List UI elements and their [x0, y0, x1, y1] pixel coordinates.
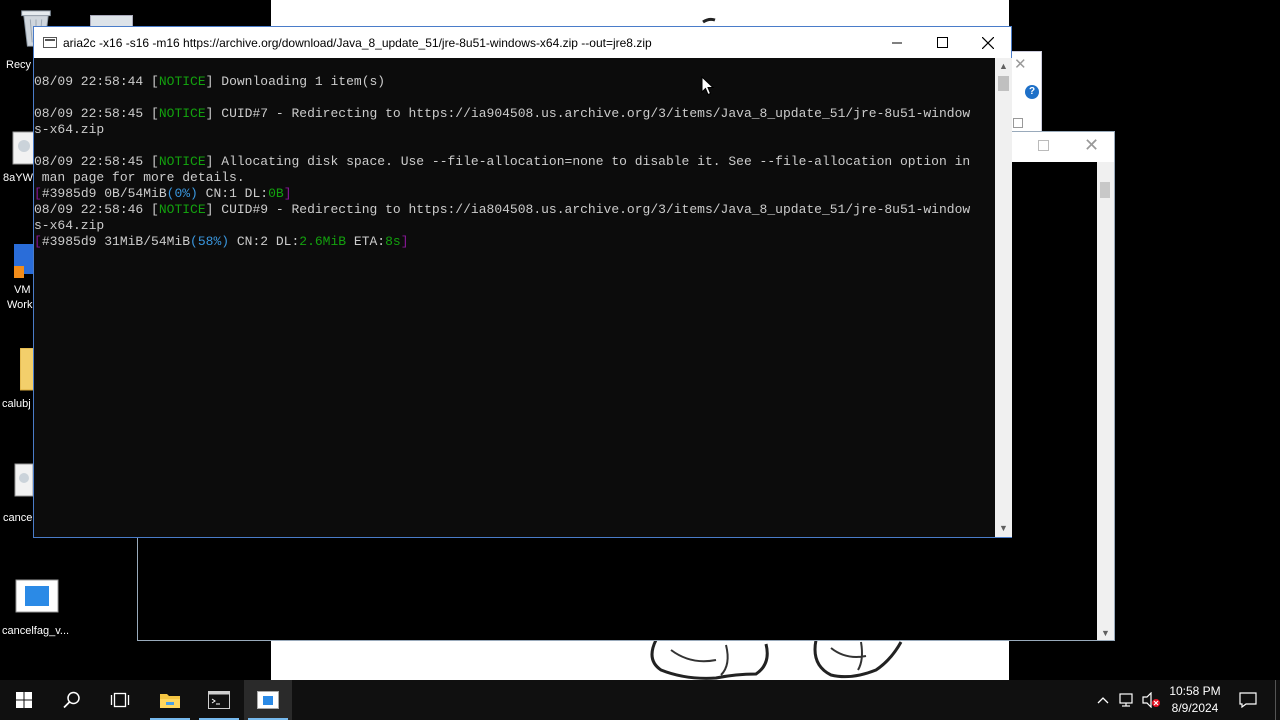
- minimize-button[interactable]: [874, 27, 920, 58]
- action-center-button[interactable]: [1234, 680, 1262, 720]
- box-icon: [1013, 118, 1023, 128]
- desktop-icon-label: Work: [7, 299, 33, 311]
- document-icon: [14, 463, 34, 497]
- desktop-icon-label: Recy: [6, 59, 32, 71]
- command-prompt-icon: [208, 691, 230, 709]
- show-hidden-icons-button[interactable]: [1094, 680, 1112, 720]
- file-explorer-icon: [160, 694, 180, 708]
- maximize-icon[interactable]: [1038, 140, 1049, 151]
- console-line: 08/09 22:58:46 [NOTICE] CUID#9 - Redirec…: [34, 202, 971, 217]
- close-button[interactable]: [965, 27, 1011, 58]
- notification-icon: [1239, 692, 1257, 708]
- maximize-icon: [936, 37, 948, 48]
- scroll-down-icon[interactable]: ▼: [995, 520, 1012, 537]
- search-icon: [63, 691, 80, 709]
- console-line: man page for more details.: [34, 170, 245, 185]
- scroll-thumb[interactable]: [1100, 182, 1110, 198]
- network-tray-button[interactable]: [1116, 680, 1138, 720]
- close-icon[interactable]: ✕: [1084, 135, 1099, 156]
- chevron-up-icon: [1097, 697, 1109, 704]
- console-line: 08/09 22:58:45 [NOTICE] CUID#7 - Redirec…: [34, 106, 971, 121]
- folder-icon: [20, 348, 34, 391]
- desktop-icon-label: 8aYW: [3, 172, 33, 184]
- volume-muted-icon: [1142, 692, 1160, 708]
- desktop-icon-label: cancelfag_v...: [2, 625, 70, 637]
- command-prompt-button[interactable]: [195, 680, 243, 720]
- scroll-up-icon[interactable]: ▲: [995, 58, 1012, 75]
- taskbar-clock[interactable]: 10:58 PM 8/9/2024: [1162, 683, 1228, 717]
- console-scrollbar[interactable]: ▲ ▼: [995, 58, 1012, 537]
- task-view-icon: [110, 692, 130, 708]
- network-icon: [1119, 693, 1133, 707]
- mouse-pointer-icon: [701, 76, 714, 96]
- progress-line: [#3985d9 31MiB/54MiB(58%) CN:2 DL:2.6MiB…: [34, 234, 409, 249]
- volume-tray-button[interactable]: [1140, 680, 1162, 720]
- console-line: 08/09 22:58:45 [NOTICE] Allocating disk …: [34, 154, 971, 169]
- progress-line: [#3985d9 0B/54MiB(0%) CN:1 DL:0B]: [34, 186, 292, 201]
- background-console-scrollbar[interactable]: ▼: [1097, 162, 1114, 640]
- desktop-icon-label: cance: [3, 512, 33, 524]
- clock-date: 8/9/2024: [1171, 701, 1219, 715]
- close-icon[interactable]: ✕: [1014, 55, 1027, 73]
- console-line: 08/09 22:58:44 [NOTICE] Downloading 1 it…: [34, 74, 386, 89]
- console-app-icon: [43, 37, 57, 48]
- show-desktop-button[interactable]: [1275, 680, 1280, 720]
- desktop: ✕ ? ✕ ▼ Recy 8aYW VM Work calubj cance c…: [0, 0, 1280, 680]
- search-button[interactable]: [48, 680, 96, 720]
- desktop-icon-label: VM: [14, 284, 31, 296]
- console-line: s-x64.zip: [34, 218, 105, 233]
- minimize-icon: [892, 42, 902, 43]
- file-explorer-button[interactable]: [146, 680, 194, 720]
- console-app-taskbar-button[interactable]: [244, 680, 292, 720]
- desktop-icon-label: calubj: [2, 398, 31, 410]
- console-titlebar[interactable]: aria2c -x16 -s16 -m16 https://archive.or…: [34, 27, 1011, 58]
- maximize-button[interactable]: [919, 27, 965, 58]
- console-app-icon: [15, 579, 59, 613]
- start-icon: [16, 692, 32, 708]
- help-icon[interactable]: ?: [1025, 85, 1039, 99]
- window-title: aria2c -x16 -s16 -m16 https://archive.or…: [63, 36, 652, 50]
- scroll-down-icon[interactable]: ▼: [1101, 628, 1110, 638]
- close-icon: [982, 36, 994, 49]
- console-output[interactable]: 08/09 22:58:44 [NOTICE] Downloading 1 it…: [34, 58, 995, 537]
- console-window[interactable]: aria2c -x16 -s16 -m16 https://archive.or…: [33, 26, 1012, 538]
- clock-time: 10:58 PM: [1169, 684, 1221, 698]
- console-line: s-x64.zip: [34, 122, 105, 137]
- task-view-button[interactable]: [96, 680, 144, 720]
- start-button[interactable]: [0, 680, 48, 720]
- scroll-thumb[interactable]: [998, 76, 1009, 91]
- console-app-icon: [257, 691, 279, 709]
- taskbar: 10:58 PM 8/9/2024: [0, 680, 1280, 720]
